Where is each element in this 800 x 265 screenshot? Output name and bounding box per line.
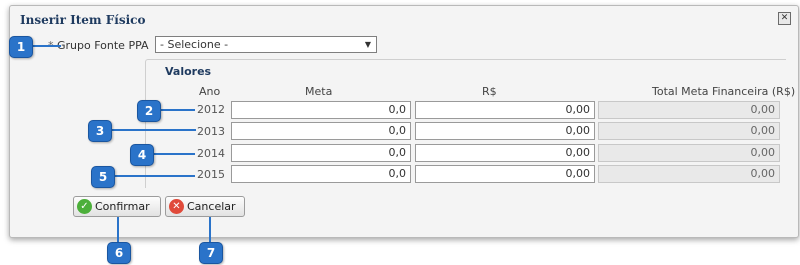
rs-input[interactable]: 0,00 <box>415 101 595 119</box>
grupo-fonte-label: * Grupo Fonte PPA <box>48 39 149 52</box>
col-header-total: Total Meta Financeira (R$) <box>652 85 796 98</box>
cancel-button-label: Cancelar <box>187 200 236 213</box>
callout-badge-1: 1 <box>9 36 33 58</box>
row-year: 2015 <box>197 168 225 181</box>
callout-6-line <box>117 217 119 242</box>
rs-input[interactable]: 0,00 <box>415 165 595 183</box>
row-year: 2014 <box>197 147 225 160</box>
cancel-button[interactable]: ✕ Cancelar <box>165 196 245 217</box>
rs-input[interactable]: 0,00 <box>415 122 595 140</box>
grupo-fonte-select-value: - Selecione - <box>160 38 229 51</box>
meta-input[interactable]: 0,0 <box>231 101 411 119</box>
close-icon[interactable]: ✕ <box>778 12 791 25</box>
valores-title: Valores <box>165 65 212 78</box>
meta-input[interactable]: 0,0 <box>231 165 411 183</box>
callout-badge-7: 7 <box>199 242 223 264</box>
grupo-fonte-select[interactable]: - Selecione - ▼ <box>155 36 377 53</box>
confirm-button[interactable]: ✓ Confirmar <box>73 196 161 217</box>
total-value: 0,00 <box>598 122 780 140</box>
total-value: 0,00 <box>598 144 780 162</box>
total-value: 0,00 <box>598 165 780 183</box>
callout-1-line <box>31 45 61 47</box>
callout-4-line <box>151 153 195 155</box>
cancel-icon: ✕ <box>169 199 184 214</box>
callout-badge-6: 6 <box>107 242 131 264</box>
callout-3-line <box>110 129 196 131</box>
callout-badge-5: 5 <box>91 166 115 188</box>
callout-badge-2: 2 <box>137 100 161 122</box>
total-value: 0,00 <box>598 101 780 119</box>
callout-7-line <box>209 217 211 242</box>
callout-5-line <box>112 175 195 177</box>
callout-2-line <box>159 109 195 111</box>
row-year: 2013 <box>197 125 225 138</box>
meta-input[interactable]: 0,0 <box>231 122 411 140</box>
row-year: 2012 <box>197 103 225 116</box>
rs-input[interactable]: 0,00 <box>415 144 595 162</box>
col-header-ano: Ano <box>199 85 221 98</box>
chevron-down-icon: ▼ <box>364 40 371 49</box>
col-header-rs: R$ <box>482 85 497 98</box>
dialog-title: Inserir Item Físico <box>20 13 146 27</box>
col-header-meta: Meta <box>305 85 333 98</box>
check-icon: ✓ <box>77 199 92 214</box>
confirm-button-label: Confirmar <box>95 200 150 213</box>
meta-input[interactable]: 0,0 <box>231 144 411 162</box>
callout-badge-4: 4 <box>130 144 154 166</box>
grupo-fonte-label-text: Grupo Fonte PPA <box>57 39 149 52</box>
callout-badge-3: 3 <box>88 120 112 142</box>
